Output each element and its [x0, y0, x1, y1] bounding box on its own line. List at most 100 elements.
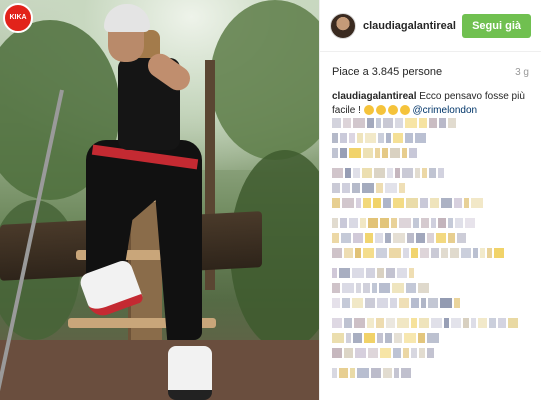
pixel-block — [440, 298, 452, 308]
pixel-block — [427, 348, 434, 358]
pixel-block — [386, 318, 395, 328]
pixel-block — [419, 348, 425, 358]
pixel-block — [386, 133, 391, 143]
pixel-block — [441, 248, 448, 258]
pixel-block — [372, 283, 377, 293]
pixel-block — [403, 248, 409, 258]
pixel-block — [342, 283, 354, 293]
pixel-block — [402, 168, 413, 178]
pixel-block — [356, 198, 361, 208]
pixel-block — [393, 233, 405, 243]
comment-pixelated-row — [332, 368, 532, 378]
pixel-block — [332, 148, 338, 158]
pixel-block — [444, 318, 449, 328]
pixel-block — [391, 218, 397, 228]
post-photo[interactable]: KIKA — [0, 0, 319, 400]
comment-pixelated-row — [332, 233, 532, 243]
post-username[interactable]: claudiagalantireal — [363, 20, 462, 32]
pixel-block — [418, 283, 429, 293]
post-header: claudiagalantireal Segui già — [320, 0, 541, 52]
pixel-block — [340, 218, 347, 228]
pixel-block — [421, 298, 426, 308]
caption-mention[interactable]: @crimelondon — [412, 105, 477, 116]
pixel-block — [418, 333, 425, 343]
pixel-block — [332, 283, 340, 293]
pixel-block — [332, 218, 338, 228]
pixel-block — [404, 333, 416, 343]
pixel-block — [411, 298, 419, 308]
pixel-block — [363, 198, 371, 208]
pixel-block — [332, 368, 337, 378]
pixel-block — [332, 268, 337, 278]
pixel-block — [385, 333, 392, 343]
pixel-block — [332, 298, 340, 308]
comment-pixelated-row — [332, 268, 532, 278]
pixel-block — [377, 268, 384, 278]
pixel-block — [494, 248, 504, 258]
pixel-block — [489, 318, 496, 328]
pixel-block — [429, 118, 437, 128]
pixel-block — [380, 218, 389, 228]
pixel-block — [353, 233, 363, 243]
comment-pixelated-row — [332, 248, 532, 258]
pixel-block — [377, 298, 388, 308]
pixel-block — [454, 198, 462, 208]
pixel-block — [471, 198, 483, 208]
pixel-block — [344, 318, 352, 328]
pixel-block — [448, 218, 453, 228]
pixel-block — [343, 118, 351, 128]
pixel-block — [349, 148, 361, 158]
pixel-block — [406, 283, 416, 293]
pixel-block — [471, 318, 476, 328]
pixel-block — [362, 183, 374, 193]
pixel-block — [332, 233, 339, 243]
pixel-block — [389, 248, 401, 258]
pixel-block — [360, 218, 366, 228]
pixel-block — [399, 298, 409, 308]
pixel-block — [350, 368, 355, 378]
comment-pixelated-row — [332, 133, 532, 143]
pixel-block — [450, 248, 459, 258]
pixel-block — [367, 118, 374, 128]
pixel-block — [406, 198, 418, 208]
comment-pixelated-row — [332, 298, 532, 308]
pixel-block — [399, 218, 411, 228]
grimacing-face-icon — [375, 105, 386, 116]
pixel-block — [373, 198, 381, 208]
pixel-block — [395, 118, 403, 128]
sunglasses-face-icon — [399, 105, 410, 116]
pixel-block — [461, 248, 471, 258]
follow-button[interactable]: Segui già — [462, 13, 531, 38]
pixel-block — [390, 298, 397, 308]
pixel-block — [451, 318, 461, 328]
pixel-block — [422, 168, 427, 178]
pixel-block — [508, 318, 518, 328]
user-avatar-icon[interactable] — [330, 12, 356, 39]
caption-author[interactable]: claudiagalantireal — [332, 91, 416, 102]
pixel-block — [419, 318, 429, 328]
pixel-block — [332, 183, 340, 193]
pixel-block — [383, 118, 393, 128]
pixel-block — [416, 233, 425, 243]
comment-pixelated-row — [332, 218, 532, 228]
pixel-block — [427, 233, 434, 243]
pixel-block — [420, 198, 428, 208]
pixel-block — [487, 248, 492, 258]
pixel-block — [365, 133, 376, 143]
pixel-block — [403, 348, 409, 358]
pixel-block — [332, 168, 343, 178]
pixel-block — [353, 118, 365, 128]
pixel-block — [364, 333, 375, 343]
pixel-block — [382, 148, 388, 158]
pixel-block — [375, 233, 383, 243]
pixel-block — [421, 218, 429, 228]
post-time[interactable]: 3 g — [515, 67, 529, 78]
comment-pixelated-row — [332, 118, 532, 128]
pixel-block — [409, 268, 414, 278]
pixel-block — [339, 368, 348, 378]
pixel-block — [464, 198, 469, 208]
pixel-block — [356, 283, 361, 293]
pixel-block — [430, 198, 439, 208]
pixel-block — [431, 318, 442, 328]
likes-count[interactable]: Piace a 3.845 persone — [332, 66, 442, 78]
